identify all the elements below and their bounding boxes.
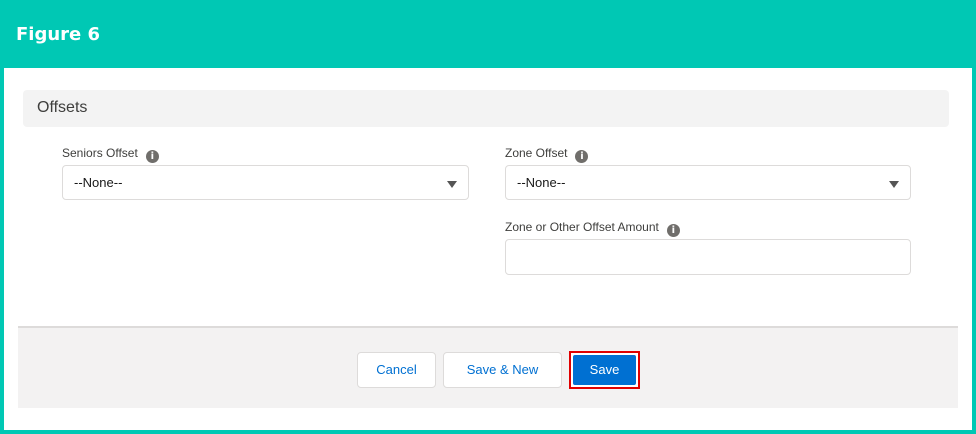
zone-other-amount-label-text: Zone or Other Offset Amount (505, 220, 659, 234)
form-footer: Cancel Save & New Save (18, 326, 958, 408)
zone-other-amount-label: Zone or Other Offset Amount i (505, 220, 680, 237)
zone-offset-label: Zone Offset i (505, 146, 589, 163)
info-icon[interactable]: i (575, 150, 589, 163)
zone-offset-label-text: Zone Offset (505, 146, 568, 160)
seniors-offset-label-text: Seniors Offset (62, 146, 138, 160)
save-button-highlight: Save (569, 351, 640, 389)
figure-title: Figure 6 (16, 24, 101, 45)
section-header-offsets[interactable]: Offsets (23, 90, 949, 127)
section-title: Offsets (37, 99, 88, 116)
save-button[interactable]: Save (573, 355, 636, 385)
zone-offset-value: --None-- (517, 175, 566, 190)
chevron-down-icon (447, 181, 457, 188)
seniors-offset-value: --None-- (74, 175, 123, 190)
save-and-new-button[interactable]: Save & New (443, 352, 562, 388)
cancel-button[interactable]: Cancel (357, 352, 436, 388)
info-icon[interactable]: i (145, 150, 159, 163)
seniors-offset-select[interactable]: --None-- (62, 165, 469, 200)
figure-frame: Figure 6 Offsets Seniors Offset i --None-… (0, 0, 976, 434)
chevron-down-icon (889, 181, 899, 188)
zone-offset-select[interactable]: --None-- (505, 165, 911, 200)
zone-other-amount-input[interactable] (505, 239, 911, 275)
info-icon[interactable]: i (666, 224, 680, 237)
figure-header: Figure 6 (4, 4, 972, 68)
seniors-offset-label: Seniors Offset i (62, 146, 159, 163)
